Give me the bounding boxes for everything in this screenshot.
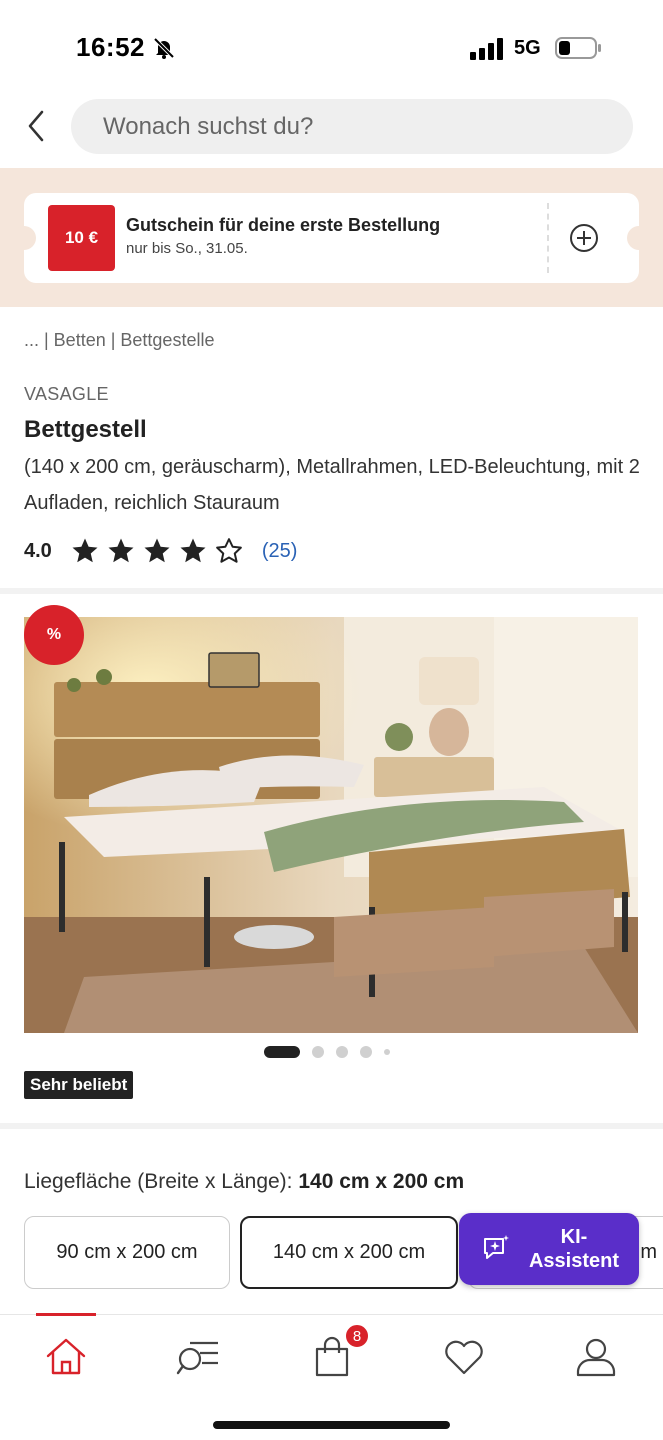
section-divider [0, 1123, 663, 1129]
gallery-dot[interactable] [360, 1046, 372, 1058]
coupon-amount: 10 € [48, 205, 115, 271]
star-full-icon [108, 538, 134, 563]
bed-illustration [24, 617, 638, 1033]
search-bar[interactable] [71, 99, 633, 154]
sale-badge: % [24, 605, 84, 665]
coupon-card[interactable]: 10 € Gutschein für deine erste Bestellun… [12, 193, 651, 283]
coupon-validity: nur bis So., 31.05. [126, 240, 248, 257]
coupon-divider [547, 203, 549, 273]
gallery-dot[interactable] [312, 1046, 324, 1058]
product-description: (140 x 200 cm, geräuscharm), Metallrahme… [24, 456, 640, 514]
signal-icon [470, 38, 503, 60]
size-label-text: Liegefläche (Breite x Länge): [24, 1170, 299, 1193]
section-divider [0, 588, 663, 594]
review-count-link[interactable]: (25) [262, 540, 298, 563]
rating-row[interactable]: 4.0 (25) [24, 534, 297, 568]
coupon-banner: 10 € Gutschein für deine erste Bestellun… [0, 168, 663, 307]
star-empty-icon [215, 538, 242, 563]
star-full-icon [144, 538, 170, 563]
size-option-140x200[interactable]: 140 cm x 200 cm [240, 1216, 458, 1289]
network-label: 5G [514, 37, 541, 59]
breadcrumb[interactable]: ... | Betten | Bettgestelle [24, 330, 214, 351]
gallery-dot[interactable] [384, 1049, 390, 1055]
status-time: 16:52 [76, 32, 145, 62]
coupon-title: Gutschein für deine erste Bestellung [126, 215, 441, 235]
cart-count-badge: 8 [344, 1323, 370, 1349]
search-list-icon[interactable] [176, 1335, 220, 1379]
product-title: Bettgestell [24, 416, 147, 443]
home-icon[interactable] [44, 1335, 88, 1379]
ki-assistant-button[interactable]: KI-Assistent [459, 1213, 639, 1285]
gallery-dot-active[interactable] [264, 1046, 300, 1058]
status-bar: 16:52 5G [0, 0, 663, 92]
size-label: Liegefläche (Breite x Länge): 140 cm x 2… [24, 1170, 464, 1194]
ki-assistant-label: KI-Assistent [528, 1226, 620, 1272]
sparkle-chat-icon [484, 1235, 509, 1259]
add-coupon-icon[interactable] [569, 223, 599, 253]
back-icon[interactable] [24, 108, 48, 144]
popular-badge: Sehr beliebt [24, 1071, 134, 1099]
size-option-90x200[interactable]: 90 cm x 200 cm [24, 1216, 230, 1289]
user-icon[interactable] [574, 1335, 618, 1379]
rating-value: 4.0 [24, 539, 52, 562]
star-full-icon [72, 538, 98, 563]
coupon-notch-right [627, 226, 651, 250]
product-image[interactable] [24, 617, 638, 1033]
size-selected-value: 140 cm x 200 cm [298, 1170, 465, 1193]
battery-icon [555, 37, 601, 59]
home-indicator [213, 1421, 450, 1429]
heart-icon[interactable] [442, 1335, 486, 1379]
bottom-navigation: 8 [0, 1313, 663, 1440]
gallery-dot[interactable] [336, 1046, 348, 1058]
nav-active-indicator [36, 1313, 96, 1316]
star-full-icon [180, 538, 206, 563]
product-brand[interactable]: VASAGLE [24, 384, 109, 405]
bell-muted-icon [153, 37, 175, 59]
coupon-notch-left [12, 226, 36, 250]
gallery-pagination [264, 1045, 402, 1059]
search-input[interactable] [71, 99, 633, 154]
